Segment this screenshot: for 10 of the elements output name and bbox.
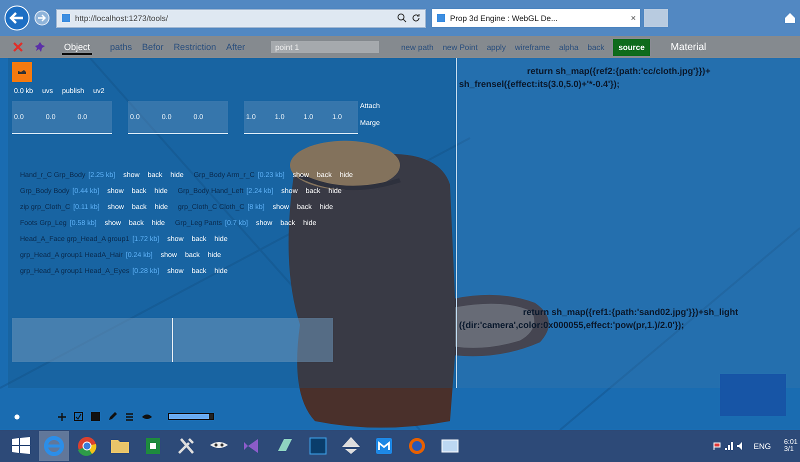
code-text: return sh_map({ref2:{path:'cc/cloth.jpg'}})+ sh_frensel({effect:its(3.0,5.0)+'*-0.4'}); (458, 65, 712, 91)
address-bar[interactable]: http://localhost:1273/tools/ (56, 8, 426, 28)
language-label[interactable]: ENG (754, 442, 771, 450)
browser-tab[interactable]: Prop 3d Engine : WebGL De... × (432, 9, 640, 27)
url-text: http://localhost:1273/tools/ (75, 14, 168, 22)
tab-title: Prop 3d Engine : WebGL De... (450, 14, 559, 22)
toolbar-link[interactable]: Material (670, 42, 706, 52)
source-button[interactable]: source (613, 38, 650, 56)
toolbar-tab[interactable]: Object (62, 39, 92, 55)
close-button[interactable]: × (630, 13, 636, 23)
